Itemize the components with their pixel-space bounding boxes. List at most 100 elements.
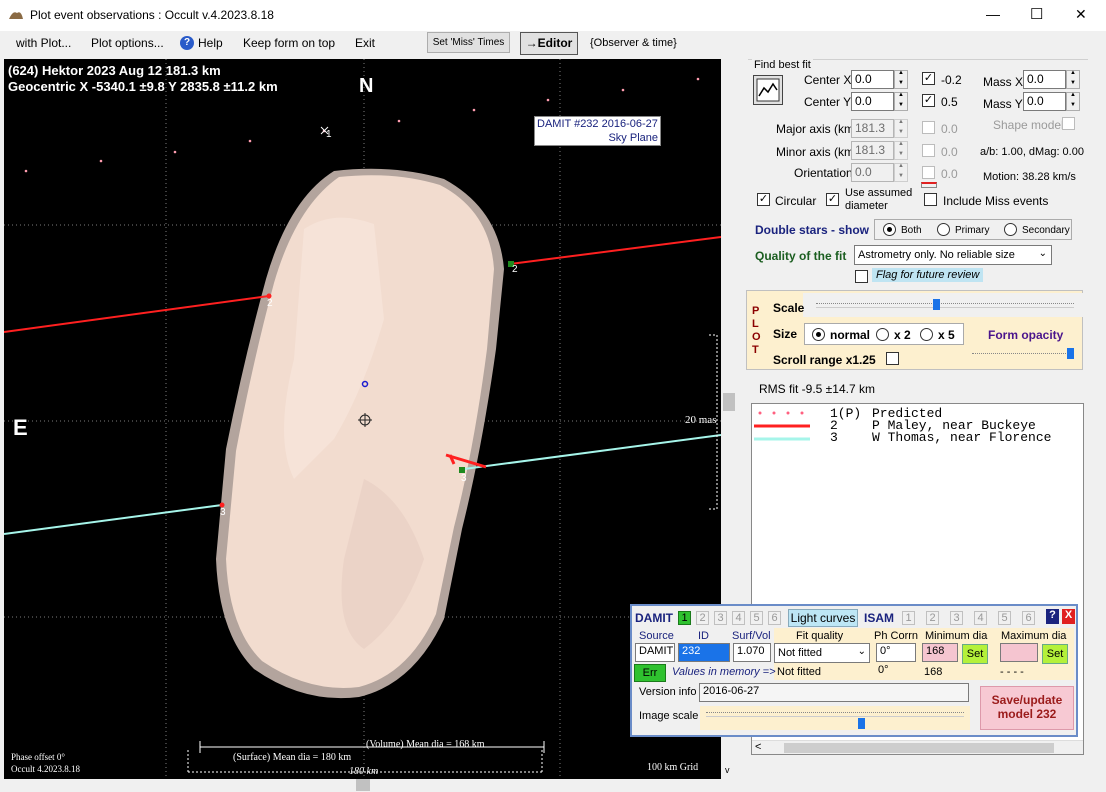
scroll-down-icon[interactable]: v (725, 765, 730, 775)
mass-x-input[interactable]: 0.0 (1023, 70, 1066, 89)
set-miss-times-button[interactable]: Set 'Miss' Times (427, 32, 510, 53)
isam-tab-1[interactable]: 1 (902, 611, 915, 625)
mindia-col-label: Minimum dia (925, 630, 988, 642)
menu-exit[interactable]: Exit (355, 36, 375, 50)
isam-tab-2[interactable]: 2 (926, 611, 939, 625)
major-axis-spinner[interactable] (894, 119, 908, 138)
close-button[interactable]: ✕ (1075, 6, 1087, 23)
primary-radio[interactable] (937, 223, 950, 236)
center-y-spinner[interactable] (894, 92, 908, 111)
set-max-button[interactable]: Set (1042, 644, 1068, 664)
save-update-model-button[interactable]: Save/update model 232 (980, 686, 1074, 730)
opacity-slider-thumb[interactable] (1067, 348, 1074, 359)
center-x-weight-checkbox[interactable]: ✓ (922, 72, 935, 85)
shape-model-checkbox[interactable] (1062, 117, 1075, 130)
phcorr-field[interactable]: 0° (876, 643, 916, 662)
image-scale-slider-thumb[interactable] (858, 718, 865, 729)
major-weight: 0.0 (941, 122, 958, 136)
damit-tab-3[interactable]: 3 (714, 611, 727, 625)
size-x2-radio[interactable] (876, 328, 889, 341)
surfvol-field[interactable]: 1.070 (733, 643, 771, 662)
scroll-left-icon[interactable]: < (755, 741, 761, 753)
set-min-button[interactable]: Set (962, 644, 988, 664)
size-normal-radio[interactable] (812, 328, 825, 341)
damit-tab-6[interactable]: 6 (768, 611, 781, 625)
version-info-field[interactable]: 2016-06-27 (699, 683, 969, 702)
legend-hscrollbar[interactable]: < (752, 740, 1083, 754)
circular-checkbox[interactable]: ✓ (757, 193, 770, 206)
flag-review-checkbox[interactable] (855, 270, 868, 283)
use-assumed-checkbox[interactable]: ✓ (826, 193, 839, 206)
maxdia-field[interactable] (1000, 643, 1038, 662)
orientation-input[interactable]: 0.0 (851, 163, 894, 182)
damit-tab-1[interactable]: 1 (678, 611, 691, 625)
image-scale-slider-track[interactable] (706, 712, 964, 717)
isam-label: ISAM (864, 611, 894, 625)
id-field[interactable]: 232 (678, 643, 730, 662)
minor-axis-input[interactable]: 181.3 (851, 141, 894, 160)
damit-tab-4[interactable]: 4 (732, 611, 745, 625)
menu-keep-on-top[interactable]: Keep form on top (243, 36, 335, 50)
minor-weight-checkbox[interactable] (922, 144, 935, 157)
size-x5-radio[interactable] (920, 328, 933, 341)
maximize-button[interactable]: ☐ (1030, 5, 1043, 23)
orient-weight-checkbox[interactable] (922, 166, 935, 179)
quality-select[interactable]: Astrometry only. No reliable size ⌄ (854, 245, 1052, 265)
damit-help-button[interactable]: ? (1046, 609, 1059, 624)
scroll-range-checkbox[interactable] (886, 352, 899, 365)
help-icon[interactable]: ? (180, 36, 194, 50)
menu-plot-options[interactable]: Plot options... (91, 36, 164, 50)
orientation-spinner[interactable] (894, 163, 908, 182)
center-x-spinner[interactable] (894, 70, 908, 89)
source-field[interactable]: DAMIT (635, 643, 675, 662)
damit-close-button[interactable]: X (1062, 609, 1075, 624)
plot-letter-o: O (752, 331, 761, 343)
vscroll-thumb[interactable] (723, 393, 735, 411)
scale-slider-track[interactable] (816, 303, 1074, 308)
size-x5-label: x 5 (938, 328, 955, 342)
minor-weight: 0.0 (941, 145, 958, 159)
damit-tab-2[interactable]: 2 (696, 611, 709, 625)
find-best-fit-button[interactable] (753, 75, 783, 105)
major-axis-input[interactable]: 181.3 (851, 119, 894, 138)
orient-weight: 0.0 (941, 167, 958, 181)
mem-maxdia: - - - - (1000, 666, 1024, 678)
damit-tab-5[interactable]: 5 (750, 611, 763, 625)
minor-axis-spinner[interactable] (894, 141, 908, 160)
isam-tab-6[interactable]: 6 (1022, 611, 1035, 625)
mass-x-spinner[interactable] (1066, 70, 1080, 89)
isam-tab-3[interactable]: 3 (950, 611, 963, 625)
center-x-input[interactable]: 0.0 (851, 70, 894, 89)
isam-tab-5[interactable]: 5 (998, 611, 1011, 625)
menu-help[interactable]: Help (198, 36, 223, 50)
isam-tab-4[interactable]: 4 (974, 611, 987, 625)
form-opacity-label: Form opacity (988, 328, 1064, 342)
occult-version-label: Occult 4.2023.8.18 (11, 764, 80, 774)
plot-horizontal-scrollbar[interactable] (4, 779, 721, 792)
mass-y-spinner[interactable] (1066, 92, 1080, 111)
scale-slider-thumb[interactable] (933, 299, 940, 310)
center-y-weight-checkbox[interactable]: ✓ (922, 94, 935, 107)
mindia-field[interactable]: 168 (922, 643, 958, 662)
hscroll-thumb[interactable] (356, 779, 370, 791)
both-radio[interactable] (883, 223, 896, 236)
mass-y-input[interactable]: 0.0 (1023, 92, 1066, 111)
damit-panel: DAMIT 1 2 3 4 5 6 Light curves ISAM 1 2 … (630, 604, 1078, 737)
menu-with-plot[interactable]: with Plot... (16, 36, 71, 50)
center-y-input[interactable]: 0.0 (851, 92, 894, 111)
secondary-radio[interactable] (1004, 223, 1017, 236)
line-style-icon[interactable] (921, 182, 937, 188)
menu-bar: with Plot... Plot options... ? Help Keep… (0, 31, 1106, 57)
light-curves-button[interactable]: Light curves (788, 609, 858, 627)
mass-y-label: Mass Y (983, 97, 1023, 111)
opacity-slider-track[interactable] (972, 353, 1072, 358)
include-miss-checkbox[interactable] (924, 193, 937, 206)
major-weight-checkbox[interactable] (922, 121, 935, 134)
minimize-button[interactable]: — (986, 6, 1000, 22)
plot-canvas[interactable]: (624) Hektor 2023 Aug 12 181.3 km Geocen… (4, 59, 721, 779)
editor-button[interactable]: →Editor (520, 32, 578, 55)
legend-hscroll-thumb[interactable] (784, 743, 1054, 753)
fit-quality-select[interactable]: Not fitted ⌄ (774, 643, 870, 663)
major-axis-label: Major axis (km) (776, 122, 859, 136)
err-button[interactable]: Err (634, 664, 666, 682)
